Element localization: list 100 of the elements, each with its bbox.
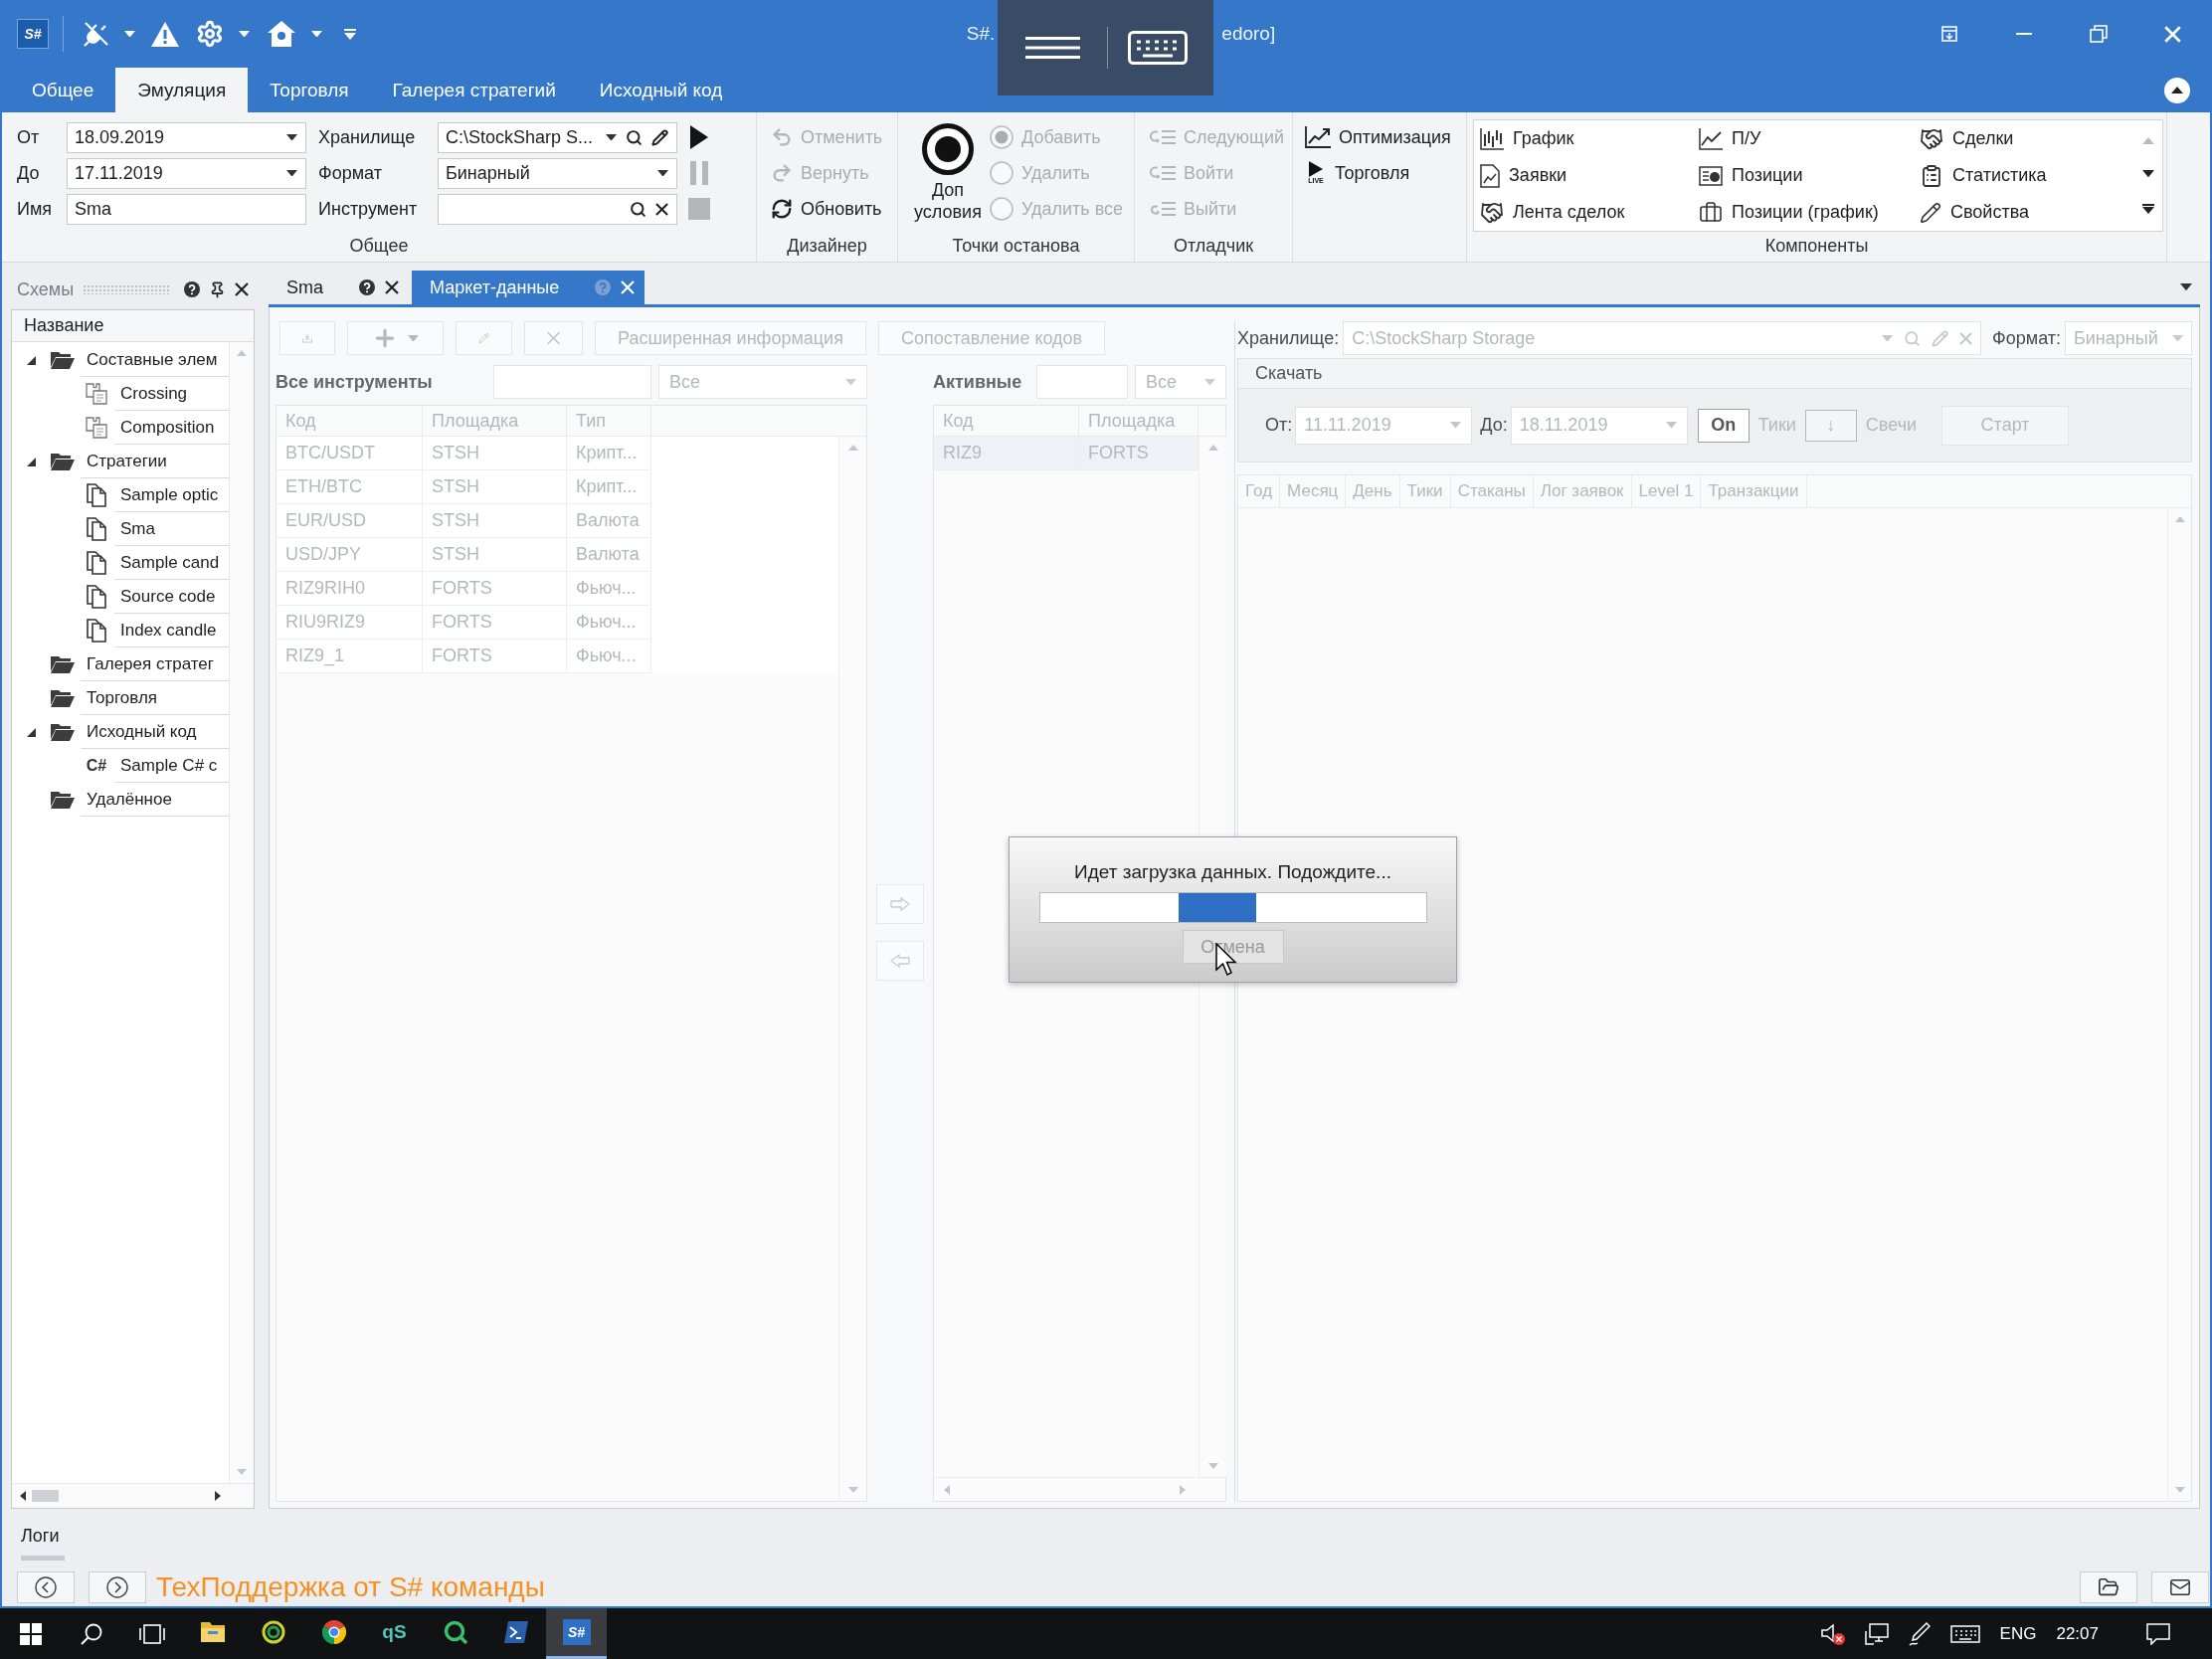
app-logo: S#	[17, 19, 49, 49]
search-icon[interactable]	[626, 128, 643, 146]
scroll-down-icon[interactable]	[2142, 170, 2154, 178]
ring-icon	[443, 1620, 467, 1644]
language-indicator[interactable]: ENG	[1999, 1623, 2037, 1644]
component-button[interactable]: Сделки	[1920, 120, 2014, 157]
ribbon-tab[interactable]: Общее	[10, 68, 116, 112]
close-icon[interactable]	[235, 282, 249, 296]
collapse-ribbon-icon[interactable]	[2164, 77, 2190, 103]
pane-title: Схемы	[17, 278, 75, 300]
logs-tab[interactable]: Логи	[21, 1526, 66, 1561]
table-cell: RIZ9	[934, 437, 1079, 470]
search-icon[interactable]	[630, 200, 646, 218]
taskbar-app-button[interactable]: qS	[364, 1608, 425, 1659]
folder-icon	[51, 689, 75, 707]
tabs-menu-icon[interactable]	[2180, 283, 2192, 291]
ribbon-tab[interactable]: Галерея стратегий	[370, 68, 578, 112]
document-icon	[87, 551, 106, 575]
notification-icon[interactable]	[2146, 1622, 2170, 1645]
open-folder-button[interactable]	[2080, 1571, 2137, 1603]
component-button[interactable]: П/У	[1699, 120, 1761, 157]
component-button[interactable]: Свойства	[1920, 194, 2030, 231]
caret-icon[interactable]	[286, 169, 297, 177]
ribbon-tab[interactable]: Эмуляция	[115, 68, 249, 112]
refresh-button[interactable]: Обновить	[769, 193, 887, 225]
dropdown-field[interactable]: 17.11.2019	[67, 157, 306, 189]
mail-button[interactable]	[2151, 1571, 2209, 1603]
windows-start-icon[interactable]	[19, 1622, 42, 1645]
mail-icon	[2169, 1576, 2191, 1598]
option-label: Тики	[1757, 415, 1796, 436]
minimize-icon[interactable]	[2015, 33, 2032, 35]
volume-muted-icon[interactable]	[1820, 1622, 1845, 1645]
tray-icon[interactable]	[1940, 26, 1957, 42]
task-view-icon[interactable]	[138, 1623, 165, 1644]
component-button[interactable]: Позиции	[1699, 157, 1803, 194]
close-icon[interactable]	[385, 280, 399, 294]
pencil-icon[interactable]	[651, 128, 668, 146]
caret-icon	[1882, 334, 1894, 342]
taskbar-app-button[interactable]: S#	[546, 1608, 607, 1659]
expanded-arrow-icon[interactable]	[26, 727, 36, 737]
grip-icon[interactable]	[83, 284, 169, 294]
keyboard-icon[interactable]	[1949, 1624, 1980, 1643]
column-header[interactable]: Название	[12, 310, 254, 342]
caret-icon[interactable]	[606, 133, 617, 141]
folder-icon	[51, 791, 75, 809]
clock[interactable]: 22:07	[2056, 1623, 2099, 1644]
pencil-icon	[1920, 201, 1941, 224]
keyboard-icon[interactable]	[1128, 31, 1188, 65]
optimization-button[interactable]: Оптимизация	[1303, 121, 1455, 153]
component-button[interactable]: График	[1480, 120, 1574, 157]
folder-open-icon	[2098, 1576, 2120, 1598]
network-icon[interactable]	[1864, 1622, 1889, 1645]
expanded-arrow-icon[interactable]	[26, 355, 36, 365]
search-icon[interactable]	[80, 1622, 102, 1645]
pin-icon[interactable]	[209, 280, 226, 298]
back-button[interactable]	[17, 1571, 75, 1603]
forward-button[interactable]	[89, 1571, 146, 1603]
folder-icon	[51, 351, 75, 369]
dropdown-field[interactable]: 18.09.2019	[67, 121, 306, 153]
scroll-left-icon[interactable]	[20, 1491, 26, 1501]
scroll-right-icon[interactable]	[215, 1491, 221, 1501]
pen-icon[interactable]	[1908, 1621, 1931, 1646]
text-field[interactable]: Sma	[67, 193, 306, 225]
play-icon[interactable]	[690, 125, 708, 149]
clipboard-icon	[1920, 163, 1943, 188]
component-button[interactable]: Статистика	[1920, 157, 2047, 194]
expand-gallery-icon[interactable]	[2142, 203, 2154, 214]
dropdown-field[interactable]: Бинарный	[438, 157, 677, 189]
forward-icon	[106, 1576, 128, 1598]
component-button[interactable]: Лента сделок	[1480, 194, 1625, 231]
caret-icon[interactable]	[286, 133, 297, 141]
menu-icon[interactable]	[1025, 37, 1080, 59]
plug-off-icon[interactable]	[84, 21, 109, 47]
group-title: Компоненты	[1763, 234, 1870, 258]
caret-icon[interactable]	[657, 169, 668, 177]
help-icon[interactable]	[359, 279, 375, 295]
ribbon-tab[interactable]: Исходный код	[577, 68, 745, 112]
scroll-thumb[interactable]	[32, 1490, 59, 1502]
search-field[interactable]	[438, 193, 677, 225]
settings-icon[interactable]	[196, 20, 224, 48]
component-button[interactable]: Заявки	[1480, 157, 1567, 194]
restore-icon[interactable]	[2089, 25, 2108, 43]
document-tab[interactable]: Sma	[269, 271, 409, 304]
conditions-button[interactable]: Доп условия	[910, 121, 986, 230]
help-icon[interactable]	[184, 281, 200, 297]
refresh-icon	[771, 198, 793, 220]
customize-icon[interactable]	[344, 28, 356, 40]
path-field[interactable]: C:\StockSharp S...	[438, 121, 677, 153]
home-icon[interactable]	[268, 21, 295, 47]
field-label: Хранилище	[317, 126, 417, 148]
clear-icon[interactable]	[655, 202, 668, 216]
horizontal-scrollbar[interactable]	[12, 1483, 254, 1508]
step-icon	[1150, 165, 1176, 181]
warning-icon[interactable]	[151, 21, 179, 47]
table-cell: Фьюч...	[567, 640, 651, 673]
expanded-arrow-icon[interactable]	[26, 457, 36, 466]
document-icon	[87, 619, 106, 643]
ribbon-tab[interactable]: Торговля	[248, 68, 371, 112]
section-title: Активные	[933, 371, 1022, 393]
component-button[interactable]: Позиции (график)	[1699, 194, 1879, 231]
